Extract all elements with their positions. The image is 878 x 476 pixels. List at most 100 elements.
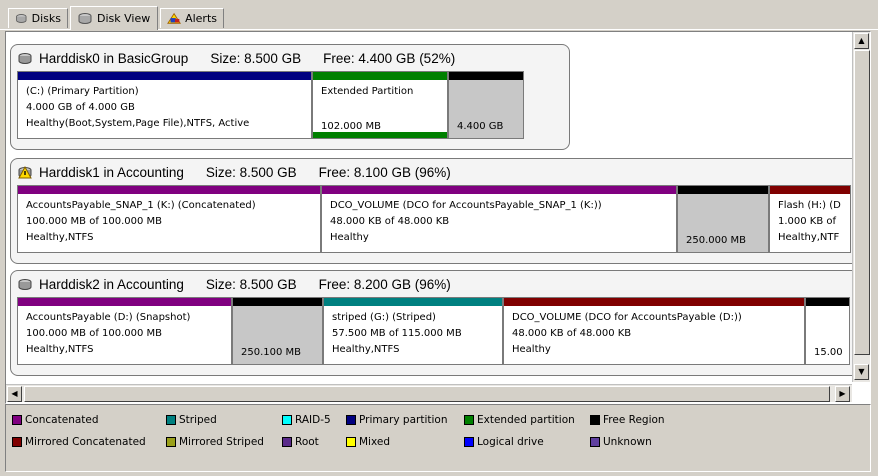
free-region[interactable]: 15.00 [805, 297, 850, 365]
harddisk-alert-icon [18, 165, 32, 178]
horizontal-scroll-thumb[interactable] [24, 386, 830, 402]
disk-header: Harddisk2 in Accounting Size: 8.500 GB F… [11, 271, 852, 297]
partition-c-primary[interactable]: (C:) (Primary Partition) 4.000 GB of 4.0… [17, 71, 312, 139]
legend-label: RAID-5 [295, 414, 331, 426]
partition-color-bar [18, 72, 311, 80]
arrow-up-icon: ▲ [858, 36, 865, 45]
partition-title: AccountsPayable_SNAP_1 (K:) (Concatenate… [26, 200, 256, 211]
partition-text: striped (G:) (Striped) 57.500 MB of 115.… [332, 310, 498, 358]
free-region-size: 4.400 GB [457, 121, 504, 132]
legend-label: Unknown [603, 436, 652, 448]
arrow-left-icon: ◀ [11, 389, 18, 398]
partition-capacity: 48.000 KB of 48.000 KB [512, 328, 632, 339]
legend-item: Free Region [590, 414, 665, 426]
partition-color-bar [313, 72, 447, 80]
legend-swatch [464, 437, 474, 447]
partition-text: AccountsPayable (D:) (Snapshot) 100.000 … [26, 310, 227, 358]
disk-free: Free: 8.100 GB (96%) [318, 164, 451, 180]
legend-swatch [346, 415, 356, 425]
disk-view-canvas: Harddisk0 in BasicGroup Size: 8.500 GB F… [6, 32, 852, 382]
legend-label: Root [295, 436, 319, 448]
partition-bottom-bar [313, 132, 447, 138]
legend-swatch [166, 415, 176, 425]
disk-size: Size: 8.500 GB [205, 164, 297, 180]
partition-striped[interactable]: striped (G:) (Striped) 57.500 MB of 115.… [323, 297, 503, 365]
disk-name: Harddisk1 in Accounting [39, 164, 184, 180]
legend-swatch [166, 437, 176, 447]
legend-label: Logical drive [477, 436, 544, 448]
partition-color-bar [233, 298, 322, 306]
tab-alerts-label: Alerts [185, 12, 217, 25]
partition-color-bar [504, 298, 804, 306]
disk-size: Size: 8.500 GB [205, 276, 297, 292]
partition-status: Healthy [512, 344, 551, 355]
partition-status: Healthy,NTFS [332, 344, 400, 355]
scroll-down-button[interactable]: ▼ [854, 364, 869, 380]
partition-color-bar [806, 298, 849, 306]
partition-extended[interactable]: Extended Partition 102.000 MB [312, 71, 448, 139]
partition-accountspayable-snap[interactable]: AccountsPayable_SNAP_1 (K:) (Concatenate… [17, 185, 321, 253]
partition-flash[interactable]: Flash (H:) (D 1.000 KB of Healthy,NTF [769, 185, 851, 253]
partition-text: Extended Partition [321, 84, 443, 100]
partition-text: DCO_VOLUME (DCO for AccountsPayable_SNAP… [330, 198, 672, 246]
partition-text: DCO_VOLUME (DCO for AccountsPayable (D:)… [512, 310, 800, 358]
legend-swatch [464, 415, 474, 425]
partition-title: DCO_VOLUME (DCO for AccountsPayable (D:)… [512, 312, 742, 323]
partition-title: Extended Partition [321, 86, 414, 97]
scroll-up-button[interactable]: ▲ [854, 33, 869, 49]
disks-icon [16, 14, 27, 23]
partition-dco-volume[interactable]: DCO_VOLUME (DCO for AccountsPayable_SNAP… [321, 185, 677, 253]
tab-alerts[interactable]: Alerts [160, 8, 224, 28]
arrow-right-icon: ▶ [839, 389, 846, 398]
disk-harddisk1[interactable]: Harddisk1 in Accounting Size: 8.500 GB F… [10, 158, 852, 264]
tab-bar: Disks Disk View Alerts [0, 0, 878, 30]
legend: Concatenated Striped RAID-5 Primary part… [5, 404, 871, 472]
disk-size: Size: 8.500 GB [210, 50, 302, 66]
partition-capacity: 48.000 KB of 48.000 KB [330, 216, 450, 227]
partition-status: Healthy(Boot,System,Page File),NTFS, Act… [26, 118, 250, 129]
partition-color-bar [322, 186, 676, 194]
legend-item: RAID-5 [282, 414, 331, 426]
disk-harddisk2[interactable]: Harddisk2 in Accounting Size: 8.500 GB F… [10, 270, 852, 376]
vertical-scroll-thumb[interactable] [854, 50, 870, 355]
alerts-icon [167, 12, 181, 24]
legend-label: Mirrored Striped [179, 436, 264, 448]
legend-swatch [282, 437, 292, 447]
partition-title: striped (G:) (Striped) [332, 312, 436, 323]
legend-swatch [346, 437, 356, 447]
legend-swatch [12, 437, 22, 447]
partition-title: DCO_VOLUME (DCO for AccountsPayable_SNAP… [330, 200, 602, 211]
partition-status: Healthy,NTF [778, 232, 840, 243]
tab-disks[interactable]: Disks [8, 8, 68, 28]
legend-label: Concatenated [25, 414, 99, 426]
horizontal-scrollbar[interactable]: ◀ ▶ [6, 384, 852, 402]
partition-accountspayable-snapshot[interactable]: AccountsPayable (D:) (Snapshot) 100.000 … [17, 297, 232, 365]
disk-name: Harddisk0 in BasicGroup [39, 50, 189, 66]
partition-text: (C:) (Primary Partition) 4.000 GB of 4.0… [26, 84, 307, 132]
harddisk-icon [18, 52, 32, 64]
arrow-down-icon: ▼ [858, 367, 865, 376]
partition-capacity: 57.500 MB of 115.000 MB [332, 328, 462, 339]
legend-label: Extended partition [477, 414, 575, 426]
partition-status: Healthy [330, 232, 369, 243]
partition-color-bar [324, 298, 502, 306]
partition-title: AccountsPayable (D:) (Snapshot) [26, 312, 191, 323]
disk-view-icon [78, 13, 92, 24]
scroll-left-button[interactable]: ◀ [7, 386, 22, 402]
partition-dco-volume[interactable]: DCO_VOLUME (DCO for AccountsPayable (D:)… [503, 297, 805, 365]
free-region[interactable]: 250.100 MB [232, 297, 323, 365]
legend-swatch [590, 437, 600, 447]
partition-color-bar [770, 186, 850, 194]
free-region[interactable]: 4.400 GB [448, 71, 524, 139]
partition-capacity: 4.000 GB of 4.000 GB [26, 102, 135, 113]
partition-color-bar [678, 186, 768, 194]
scroll-right-button[interactable]: ▶ [835, 386, 850, 402]
vertical-scrollbar[interactable]: ▲ ▼ [852, 32, 870, 382]
partition-color-bar [449, 72, 523, 80]
tab-disk-view[interactable]: Disk View [70, 6, 158, 30]
disk-harddisk0[interactable]: Harddisk0 in BasicGroup Size: 8.500 GB F… [10, 44, 570, 150]
legend-swatch [590, 415, 600, 425]
free-region[interactable]: 250.000 MB [677, 185, 769, 253]
partition-capacity: 100.000 MB of 100.000 MB [26, 328, 163, 339]
partition-row: AccountsPayable_SNAP_1 (K:) (Concatenate… [17, 185, 851, 253]
